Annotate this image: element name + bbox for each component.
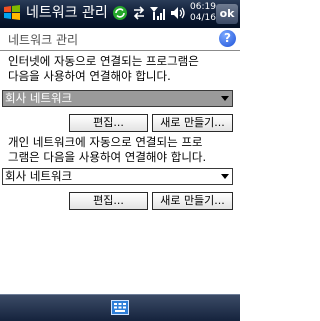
title-bar: 네트워크 관리 06:19 04/16 ok	[0, 0, 240, 28]
chevron-down-icon	[221, 96, 229, 101]
private-description-line2: 그램은 다음을 사용하여 연결해야 합니다.	[8, 150, 207, 164]
signal-icon[interactable]	[149, 5, 166, 21]
soft-key-bar	[0, 294, 240, 321]
internet-description-line2: 다음을 사용하여 연결해야 합니다.	[8, 69, 171, 83]
internet-network-dropdown[interactable]: 회사 네트워크	[2, 90, 233, 107]
private-description-line1: 개인 네트워크에 자동으로 연결되는 프로	[8, 135, 203, 149]
data-connection-icon[interactable]	[132, 5, 146, 21]
page-title: 네트워크 관리	[8, 33, 79, 47]
page-header: 네트워크 관리 ?	[0, 28, 240, 50]
chevron-down-icon	[221, 174, 229, 179]
window-title[interactable]: 네트워크 관리	[26, 4, 108, 22]
internet-network-value: 회사 네트워크	[5, 91, 73, 105]
date-text: 04/16	[190, 13, 216, 23]
internet-new-button[interactable]: 새로 만들기...	[152, 114, 233, 132]
sync-icon[interactable]	[112, 5, 128, 21]
divider	[0, 50, 240, 51]
volume-icon[interactable]	[170, 5, 186, 21]
windows-start-icon[interactable]	[2, 3, 22, 23]
time-text: 06:19	[190, 2, 216, 12]
keyboard-icon[interactable]	[111, 300, 129, 315]
ok-button[interactable]: ok	[216, 4, 238, 24]
private-network-value: 회사 네트워크	[5, 169, 73, 183]
internet-edit-button[interactable]: 편집...	[69, 114, 148, 132]
help-icon[interactable]: ?	[219, 30, 236, 47]
clock[interactable]: 06:19 04/16	[190, 2, 216, 24]
internet-description-line1: 인터넷에 자동으로 연결되는 프로그램은	[8, 54, 199, 68]
private-network-dropdown[interactable]: 회사 네트워크	[2, 168, 233, 185]
private-edit-button[interactable]: 편집...	[69, 192, 148, 210]
private-new-button[interactable]: 새로 만들기...	[152, 192, 233, 210]
